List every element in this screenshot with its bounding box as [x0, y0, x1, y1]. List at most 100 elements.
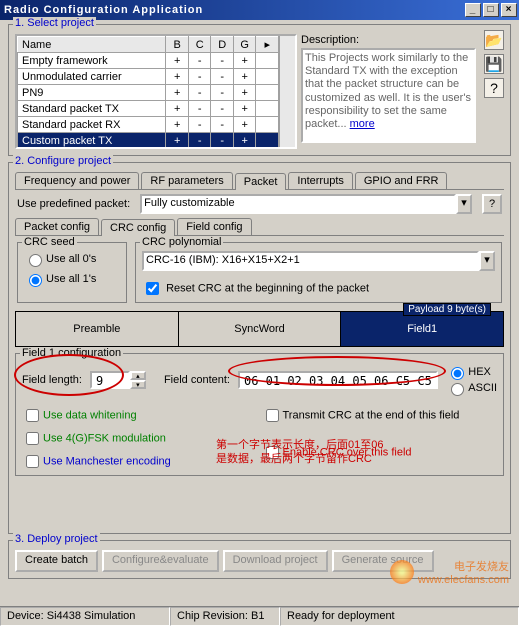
cell-b[interactable]: + [166, 53, 189, 69]
cell-d[interactable]: - [211, 85, 234, 101]
gfsk-checkbox[interactable] [26, 432, 39, 445]
field-length-input[interactable]: 9 [90, 371, 130, 389]
cell-name[interactable]: Custom packet TX [18, 133, 166, 149]
cell-c[interactable]: - [188, 149, 211, 150]
crc-reset-checkbox[interactable] [146, 282, 159, 295]
crc-seed-all-zeros-label: Use all 0's [46, 253, 96, 265]
description-text: This Projects work similarly to the Stan… [305, 52, 471, 130]
field-length-down[interactable]: ▾ [130, 380, 146, 389]
cell-name[interactable]: Custom packet RX [18, 149, 166, 150]
select-project-group: 1. Select project Name B C D G ▸ Empty f… [8, 24, 511, 156]
cell-d[interactable]: - [211, 69, 234, 85]
cell-d[interactable]: - [211, 117, 234, 133]
predefined-packet-dropdown-icon[interactable]: ▾ [456, 194, 472, 214]
crc-seed-all-ones-label: Use all 1's [46, 273, 96, 285]
status-device: Device: Si4438 Simulation [0, 607, 170, 626]
segment-field1[interactable]: Payload 9 byte(s) Field1 [341, 312, 503, 346]
cell-name[interactable]: Standard packet RX [18, 117, 166, 133]
project-table[interactable]: Name B C D G ▸ Empty framework+--+Unmodu… [17, 36, 279, 149]
manchester-label: Use Manchester encoding [43, 455, 171, 467]
cell-c[interactable]: - [188, 69, 211, 85]
table-row[interactable]: Custom packet TX+--+ [18, 133, 279, 149]
cell-name[interactable]: Standard packet TX [18, 101, 166, 117]
subtab-packet-config[interactable]: Packet config [15, 218, 99, 235]
tab-packet[interactable]: Packet [235, 173, 287, 190]
create-batch-button[interactable]: Create batch [15, 550, 98, 572]
save-icon[interactable]: 💾 [484, 54, 504, 74]
cell-b[interactable]: + [166, 117, 189, 133]
cell-c[interactable]: - [188, 85, 211, 101]
cell-d[interactable]: - [211, 53, 234, 69]
cell-b[interactable]: + [166, 149, 189, 150]
table-row[interactable]: Standard packet RX+--+ [18, 117, 279, 133]
col-name[interactable]: Name [18, 37, 166, 53]
description-more-link[interactable]: more [350, 118, 375, 130]
tab-rf-parameters[interactable]: RF parameters [141, 172, 232, 189]
cell-name[interactable]: PN9 [18, 85, 166, 101]
cell-g[interactable]: + [233, 69, 256, 85]
tab-frequency-and-power[interactable]: Frequency and power [15, 172, 139, 189]
field-content-input[interactable]: 06 01 02 03 04 05 06 C5 C5 [238, 371, 438, 389]
col-g[interactable]: G [233, 37, 256, 53]
field-length-up[interactable]: ▴ [130, 371, 146, 380]
segment-preamble[interactable]: Preamble [16, 312, 179, 346]
watermark-site: 电子发烧友 [454, 561, 509, 573]
cell-b[interactable]: + [166, 101, 189, 117]
status-bar: Device: Si4438 Simulation Chip Revision:… [0, 606, 519, 626]
table-row[interactable]: Empty framework+--+ [18, 53, 279, 69]
tab-interrupts[interactable]: Interrupts [288, 172, 352, 189]
cell-c[interactable]: - [188, 101, 211, 117]
maximize-button[interactable]: □ [483, 3, 499, 17]
cell-d[interactable]: - [211, 133, 234, 149]
cell-c[interactable]: - [188, 117, 211, 133]
col-d[interactable]: D [211, 37, 234, 53]
predefined-help-button[interactable]: ? [482, 194, 502, 214]
predefined-packet-select[interactable]: Fully customizable [140, 194, 456, 214]
crc-seed-all-zeros-radio[interactable] [29, 254, 42, 267]
cell-d[interactable]: - [211, 149, 234, 150]
cell-g[interactable]: + [233, 149, 256, 150]
configure-evaluate-button: Configure&evaluate [102, 550, 219, 572]
cell-b[interactable]: + [166, 133, 189, 149]
crc-polynomial-select[interactable]: CRC-16 (IBM): X16+X15+X2+1 [142, 251, 479, 271]
segment-syncword[interactable]: SyncWord [179, 312, 342, 346]
tab-gpio-and-frr[interactable]: GPIO and FRR [355, 172, 448, 189]
project-scrollbar[interactable] [279, 36, 295, 147]
cell-g[interactable]: + [233, 101, 256, 117]
subtab-crc-config[interactable]: CRC config [101, 219, 175, 236]
cell-g[interactable]: + [233, 117, 256, 133]
cell-b[interactable]: + [166, 69, 189, 85]
cell-name[interactable]: Empty framework [18, 53, 166, 69]
close-button[interactable]: × [501, 3, 517, 17]
transmit-crc-checkbox[interactable] [266, 409, 279, 422]
ascii-radio[interactable] [451, 383, 464, 396]
cell-g[interactable]: + [233, 133, 256, 149]
field-length-label: Field length: [22, 374, 82, 386]
data-whitening-checkbox[interactable] [26, 409, 39, 422]
cell-name[interactable]: Unmodulated carrier [18, 69, 166, 85]
help-icon[interactable]: ? [484, 78, 504, 98]
cell-d[interactable]: - [211, 101, 234, 117]
cell-g[interactable]: + [233, 53, 256, 69]
watermark-url: www.elecfans.com [418, 574, 509, 586]
crc-polynomial-title: CRC polynomial [140, 236, 223, 248]
configure-project-title: 2. Configure project [13, 155, 113, 167]
table-row[interactable]: Standard packet TX+--+ [18, 101, 279, 117]
open-folder-icon[interactable]: 📂 [484, 30, 504, 50]
col-c[interactable]: C [188, 37, 211, 53]
col-b[interactable]: B [166, 37, 189, 53]
minimize-button[interactable]: _ [465, 3, 481, 17]
table-row[interactable]: Unmodulated carrier+--+ [18, 69, 279, 85]
cell-b[interactable]: + [166, 85, 189, 101]
crc-seed-all-ones-radio[interactable] [29, 274, 42, 287]
crc-polynomial-dropdown-icon[interactable]: ▾ [479, 251, 495, 271]
crc-seed-group: CRC seed Use all 0's Use all 1's [17, 242, 127, 303]
table-row[interactable]: PN9+--+ [18, 85, 279, 101]
manchester-checkbox[interactable] [26, 455, 39, 468]
hex-radio[interactable] [451, 367, 464, 380]
cell-g[interactable]: + [233, 85, 256, 101]
subtab-field-config[interactable]: Field config [177, 218, 251, 235]
table-row[interactable]: Custom packet RX+--+ [18, 149, 279, 150]
cell-c[interactable]: - [188, 133, 211, 149]
cell-c[interactable]: - [188, 53, 211, 69]
